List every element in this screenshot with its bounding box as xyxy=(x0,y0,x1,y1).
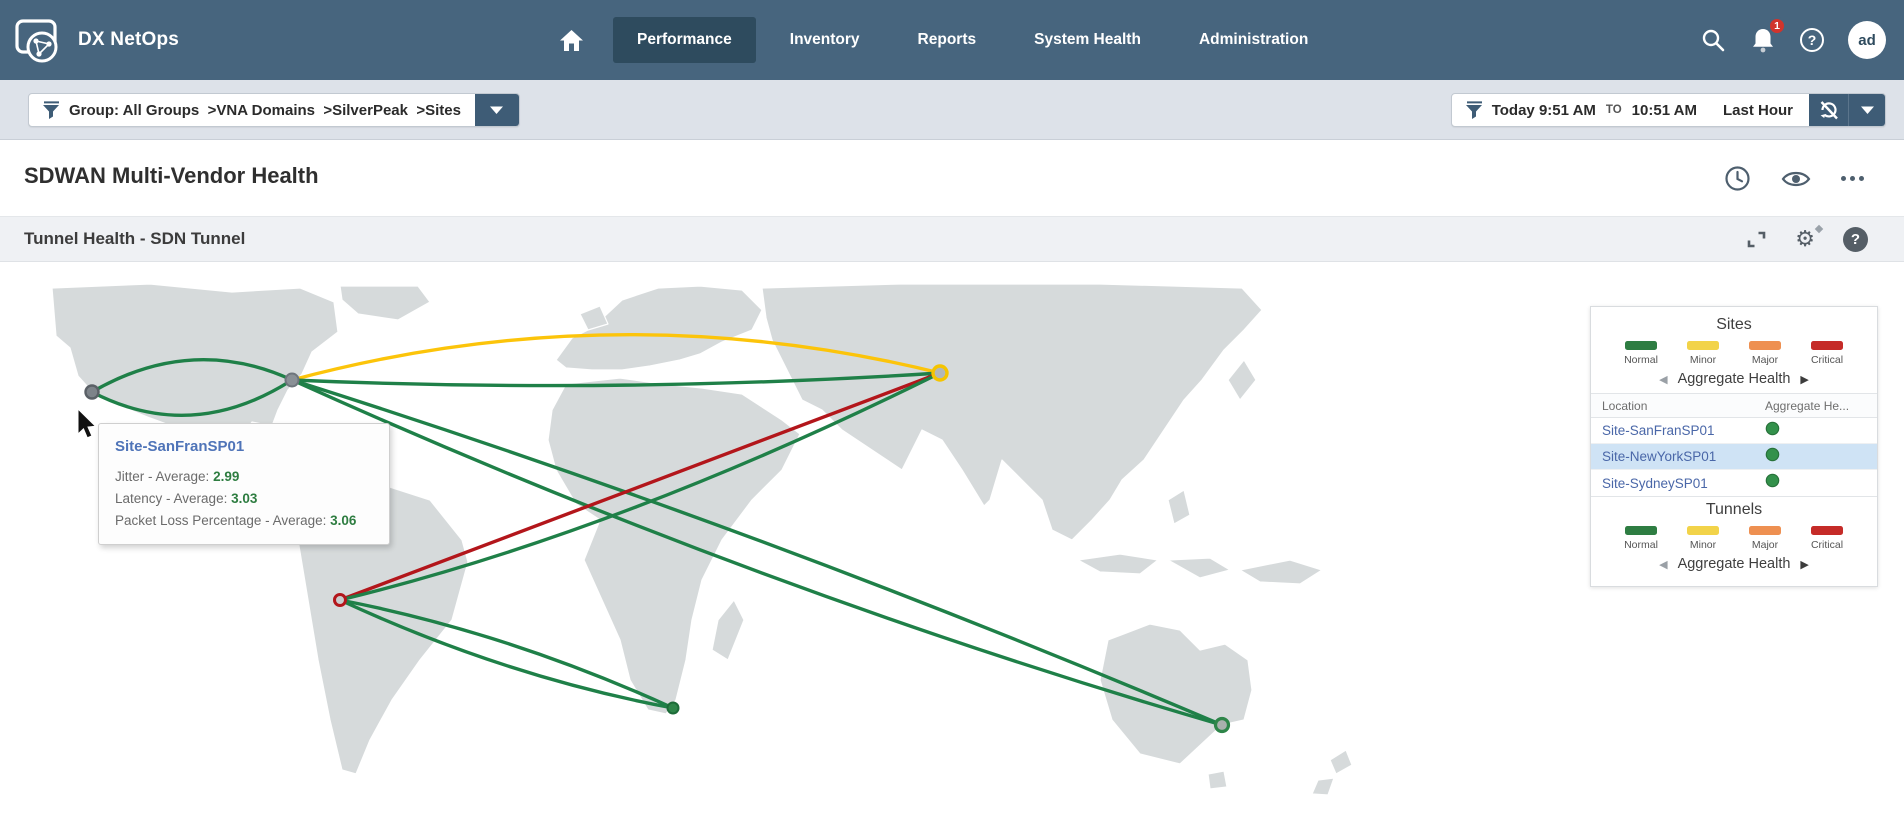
help-button[interactable]: ? xyxy=(1800,28,1824,52)
cursor-pointer xyxy=(78,409,95,438)
tab-reports[interactable]: Reports xyxy=(894,17,1001,63)
page-title: SDWAN Multi-Vendor Health xyxy=(24,163,319,189)
legend-level-critical: Critical xyxy=(1804,341,1850,366)
sparkle-icon xyxy=(1815,224,1823,232)
legend-level-major: Major xyxy=(1742,526,1788,551)
tab-performance[interactable]: Performance xyxy=(613,17,756,63)
pager-next-icon[interactable]: ▶ xyxy=(1800,373,1808,386)
tooltip-latency: Latency - Average: 3.03 xyxy=(115,488,373,510)
home-button[interactable] xyxy=(540,18,603,63)
table-row-selected[interactable]: Site-NewYorkSP01 xyxy=(1591,444,1877,470)
pager-next-icon[interactable]: ▶ xyxy=(1800,558,1808,571)
tunnel-health-panel-header: Tunnel Health - SDN Tunnel ⚙ ? xyxy=(0,216,1904,262)
node-southafrica[interactable] xyxy=(668,703,679,714)
time-range-end: 10:51 AM xyxy=(1632,102,1697,119)
sites-metric-pager: ◀ Aggregate Health ▶ xyxy=(1591,371,1877,387)
chevron-down-icon xyxy=(1860,105,1875,115)
time-range-start: Today 9:51 AM xyxy=(1492,102,1596,119)
home-icon xyxy=(558,28,585,53)
tunnel-map: Site-SanFranSP01 Jitter - Average: 2.99 … xyxy=(0,262,1904,818)
legend-level-normal: Normal xyxy=(1618,341,1664,366)
brand-name: DX NetOps xyxy=(78,29,179,51)
health-dot xyxy=(1766,474,1778,486)
search-button[interactable] xyxy=(1700,27,1726,53)
expand-icon xyxy=(1746,229,1767,250)
eye-icon xyxy=(1781,169,1811,189)
legend-level-major: Major xyxy=(1742,341,1788,366)
time-dropdown-button[interactable] xyxy=(1849,93,1885,127)
node-sydney[interactable] xyxy=(1216,719,1229,732)
col-aggregate-health: Aggregate He... xyxy=(1765,399,1877,413)
dashboard-title-row: SDWAN Multi-Vendor Health xyxy=(0,141,1904,216)
sites-severity-legend: Normal Minor Major Critical xyxy=(1591,341,1877,366)
table-row[interactable]: Site-SanFranSP01 xyxy=(1591,418,1877,444)
more-actions-button[interactable] xyxy=(1841,176,1864,181)
time-preset-label: Last Hour xyxy=(1723,102,1793,119)
sites-table-header: Location Aggregate He... xyxy=(1591,394,1877,418)
legend-level-minor: Minor xyxy=(1680,341,1726,366)
navbar-actions: 1 ? ad xyxy=(1700,0,1886,80)
time-funnel-icon xyxy=(1452,100,1492,120)
site-tooltip: Site-SanFranSP01 Jitter - Average: 2.99 … xyxy=(98,423,390,545)
tunnels-severity-legend: Normal Minor Major Critical xyxy=(1591,526,1877,551)
panel-help-button[interactable]: ? xyxy=(1843,227,1868,252)
health-dot xyxy=(1766,448,1778,460)
tunnels-legend-title: Tunnels xyxy=(1591,501,1877,519)
notification-badge: 1 xyxy=(1768,17,1786,35)
sites-legend-title: Sites xyxy=(1591,316,1877,334)
tab-inventory[interactable]: Inventory xyxy=(766,17,884,63)
time-to-label: TO xyxy=(1606,104,1622,116)
tooltip-jitter: Jitter - Average: 2.99 xyxy=(115,466,373,488)
group-context-selector[interactable]: Group: All Groups >VNA Domains >SilverPe… xyxy=(28,93,520,127)
table-row[interactable]: Site-SydneySP01 xyxy=(1591,470,1877,496)
node-sanfran[interactable] xyxy=(86,386,99,399)
more-icon xyxy=(1841,176,1846,181)
context-filter-bar: Group: All Groups >VNA Domains >SilverPe… xyxy=(0,80,1904,140)
group-breadcrumb: Group: All Groups >VNA Domains >SilverPe… xyxy=(69,102,475,119)
dx-netops-logo-icon xyxy=(14,14,64,66)
help-icon: ? xyxy=(1843,227,1868,252)
auto-refresh-off-button[interactable] xyxy=(1809,93,1849,127)
brand: DX NetOps xyxy=(14,14,179,66)
tunnels-pager-label: Aggregate Health xyxy=(1678,556,1791,572)
tooltip-packet-loss: Packet Loss Percentage - Average: 3.06 xyxy=(115,510,373,532)
legend-level-critical: Critical xyxy=(1804,526,1850,551)
question-icon: ? xyxy=(1800,28,1824,52)
tab-system-health[interactable]: System Health xyxy=(1010,17,1165,63)
legend-level-normal: Normal xyxy=(1618,526,1664,551)
time-range-selector[interactable]: Today 9:51 AM TO 10:51 AM Last Hour xyxy=(1451,93,1886,127)
refresh-disabled-icon xyxy=(1818,99,1840,121)
sites-pager-label: Aggregate Health xyxy=(1678,371,1791,387)
expand-panel-button[interactable] xyxy=(1746,229,1767,250)
col-location: Location xyxy=(1591,399,1765,413)
panel-settings-button[interactable]: ⚙ xyxy=(1795,229,1815,251)
pager-prev-icon[interactable]: ◀ xyxy=(1659,373,1667,386)
panel-title: Tunnel Health - SDN Tunnel xyxy=(24,229,245,249)
pager-prev-icon[interactable]: ◀ xyxy=(1659,558,1667,571)
clock-icon xyxy=(1724,165,1751,192)
funnel-icon xyxy=(29,100,69,120)
top-navbar: DX NetOps Performance Inventory Reports … xyxy=(0,0,1904,80)
view-button[interactable] xyxy=(1781,169,1811,189)
node-asia[interactable] xyxy=(933,366,947,380)
sites-table: Location Aggregate He... Site-SanFranSP0… xyxy=(1591,393,1877,497)
time-settings-button[interactable] xyxy=(1724,165,1751,192)
search-icon xyxy=(1700,27,1726,53)
node-southamerica[interactable] xyxy=(335,595,346,606)
gear-icon: ⚙ xyxy=(1795,229,1815,251)
main-nav: Performance Inventory Reports System Hea… xyxy=(540,0,1332,80)
tunnels-metric-pager: ◀ Aggregate Health ▶ xyxy=(1591,556,1877,572)
user-avatar[interactable]: ad xyxy=(1848,21,1886,59)
group-dropdown-button[interactable] xyxy=(475,93,519,127)
map-legend-panel: Sites Normal Minor Major Critical ◀ Aggr… xyxy=(1590,306,1878,587)
notifications-button[interactable]: 1 xyxy=(1750,26,1776,54)
legend-level-minor: Minor xyxy=(1680,526,1726,551)
tooltip-site-name[interactable]: Site-SanFranSP01 xyxy=(115,438,373,455)
node-newyork[interactable] xyxy=(286,374,299,387)
health-dot xyxy=(1766,422,1778,434)
chevron-down-icon xyxy=(489,105,504,115)
tab-administration[interactable]: Administration xyxy=(1175,17,1332,63)
